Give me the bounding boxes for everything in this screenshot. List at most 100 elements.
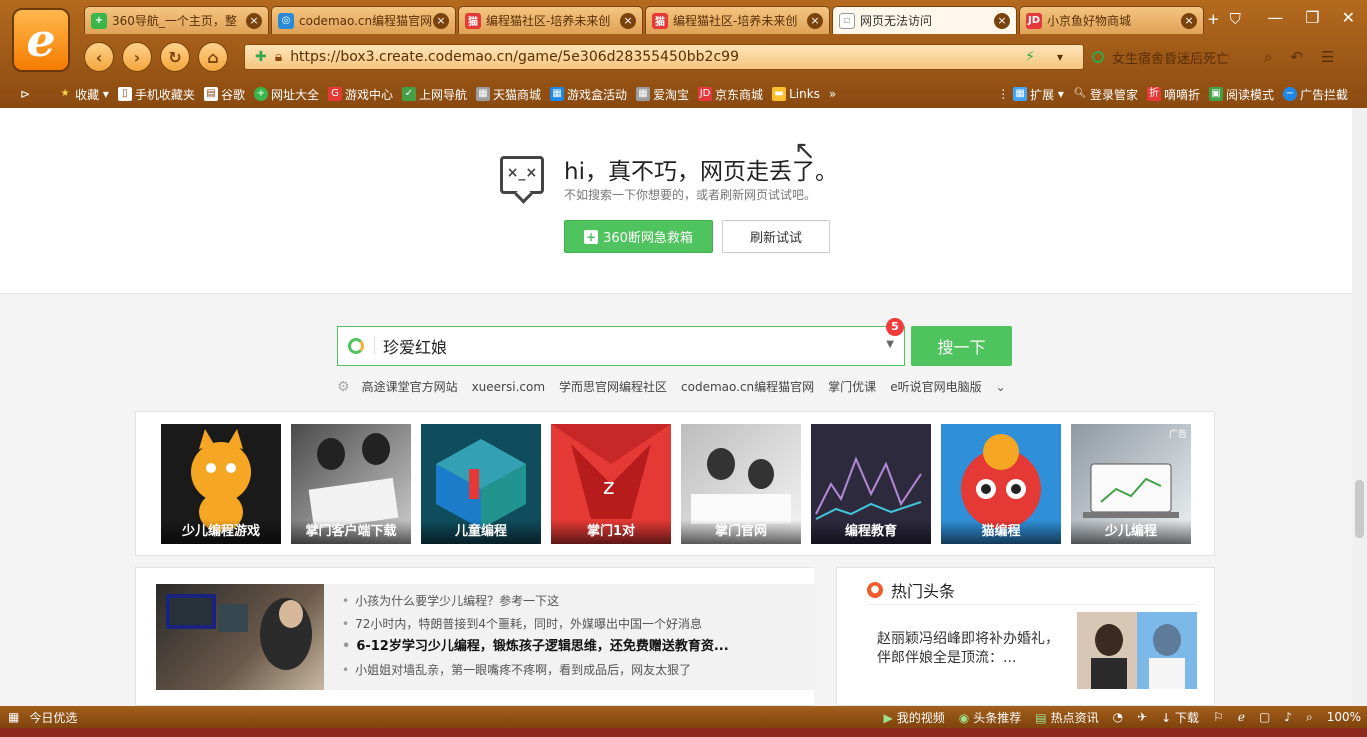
bookmark-google[interactable]: ▤ 谷歌 bbox=[203, 86, 245, 103]
tile-zhangmen-official[interactable]: 掌门官网 bbox=[681, 424, 801, 544]
tile-kids-programming-ad[interactable]: 广告 少儿编程 bbox=[1071, 424, 1191, 544]
bookmark-jd[interactable]: JD 京东商城 bbox=[698, 86, 763, 103]
close-window-icon[interactable]: ✕ bbox=[1342, 8, 1355, 27]
bookmark-gamebox[interactable]: ▦ 游戏盒活动 bbox=[550, 86, 627, 103]
tab-jd-mall[interactable]: JD 小京鱼好物商城 × bbox=[1019, 6, 1204, 34]
bookmark-taobao[interactable]: ▦ 爱淘宝 bbox=[636, 86, 689, 103]
shirt-icon[interactable]: ⛉ bbox=[1230, 10, 1241, 28]
hot-word[interactable]: 掌门优课 bbox=[828, 378, 876, 395]
ie-icon[interactable]: ℯ bbox=[1238, 710, 1245, 724]
new-tab-icon[interactable]: + bbox=[1207, 10, 1220, 28]
zoom-level[interactable]: 100% bbox=[1327, 710, 1361, 724]
download-button[interactable]: ↓ 下载 bbox=[1161, 709, 1199, 726]
tile-kids-coding-game[interactable]: 少儿编程游戏 bbox=[161, 424, 281, 544]
bookmark-nav[interactable]: ✓ 上网导航 bbox=[401, 86, 467, 103]
news-item[interactable]: 小姐姐对墙乱亲，第一眼嘴疼不疼啊，看到成品后，网友太狠了 bbox=[342, 661, 816, 684]
headline-button[interactable]: ◉ 头条推荐 bbox=[959, 709, 1022, 726]
maximize-icon[interactable]: ❐ bbox=[1305, 8, 1319, 27]
menu-icon[interactable]: ☰ bbox=[1321, 48, 1334, 66]
chevron-down-icon[interactable]: ▾ bbox=[1057, 50, 1063, 64]
tile-coding-education[interactable]: 编程教育 bbox=[811, 424, 931, 544]
more-bookmarks-icon[interactable]: » bbox=[829, 87, 836, 101]
close-icon[interactable]: × bbox=[620, 12, 636, 29]
hot-headline[interactable]: 赵丽颖冯绍峰即将补办婚礼，伴郎伴娘全是顶流：... bbox=[877, 630, 1059, 668]
login-manager-button[interactable]: 🔍︎ 登录管家 bbox=[1073, 86, 1138, 103]
status-left[interactable]: ▦ 今日优选 bbox=[8, 709, 77, 726]
bookmarks-bar: ⊳ ★ 收藏 ▾ ▯ 手机收藏夹 ▤ 谷歌 + 网址大全 G 游戏中心 ✓ 上网导航 ▦ 天猫… bbox=[0, 82, 1367, 106]
tile-kids-coding[interactable]: 儿童编程 bbox=[421, 424, 541, 544]
flash-icon[interactable]: ⚡ bbox=[1025, 49, 1035, 65]
bookmark-links[interactable]: ▬ Links bbox=[772, 87, 820, 101]
search-icon[interactable]: ⌕ bbox=[1264, 48, 1272, 66]
close-icon[interactable]: × bbox=[807, 12, 823, 29]
hot-word[interactable]: 学而思官网编程社区 bbox=[559, 378, 667, 395]
tile-zhangmen-1on1[interactable]: z 掌门1对 bbox=[551, 424, 671, 544]
ad-block-button[interactable]: − 广告拦截 bbox=[1282, 86, 1348, 103]
refresh-button[interactable]: ↻ bbox=[160, 42, 190, 72]
undo-icon[interactable]: ↶ bbox=[1290, 48, 1303, 66]
chevron-down-icon[interactable]: ▼ bbox=[886, 339, 894, 350]
error-subtitle: 不如搜索一下你想要的，或者刷新网页试试吧。 bbox=[564, 188, 817, 202]
hot-word[interactable]: xueersi.com bbox=[472, 380, 545, 394]
home-button[interactable]: ⌂ bbox=[198, 42, 228, 72]
hot-thumbnail[interactable] bbox=[1077, 612, 1197, 689]
search-button[interactable]: 搜一下 bbox=[911, 326, 1012, 366]
close-icon[interactable]: × bbox=[433, 12, 449, 29]
gear-icon[interactable]: ⚙ bbox=[337, 379, 350, 395]
search-value: 珍爱红娘 bbox=[383, 338, 448, 357]
extension-button[interactable]: ⋮ ▦ 扩展 ▾ bbox=[997, 86, 1064, 103]
didi-discount-button[interactable]: 折嘀嘀折 bbox=[1146, 86, 1200, 103]
tile-label: 掌门客户端下载 bbox=[291, 520, 411, 544]
news-item[interactable]: 72小时内，特朗普接到4个噩耗，同时，外媒曝出中国一个好消息 bbox=[342, 615, 816, 638]
scrollbar-thumb[interactable] bbox=[1355, 480, 1364, 538]
minimize-icon[interactable]: — bbox=[1267, 8, 1283, 27]
error-face-icon: ×_× bbox=[500, 156, 544, 194]
hot-word[interactable]: e听说官网电脑版 bbox=[890, 378, 981, 395]
address-bar[interactable]: ✚ 🔒︎ https://box3.create.codemao.cn/game… bbox=[244, 44, 1084, 70]
bookmarks-toggle-icon[interactable]: ⊳ bbox=[20, 87, 30, 101]
360-icon: + bbox=[91, 12, 107, 29]
tab-codemao-community-2[interactable]: 猫 编程猫社区-培养未来创 × bbox=[645, 6, 830, 34]
close-icon[interactable]: × bbox=[994, 12, 1010, 29]
window-icon[interactable]: ▢ bbox=[1259, 710, 1270, 724]
tile-zhangmen-client[interactable]: 掌门客户端下载 bbox=[291, 424, 411, 544]
close-icon[interactable]: × bbox=[1181, 12, 1197, 29]
page-content: ×_× hi，真不巧，网页走丢了。 不如搜索一下你想要的，或者刷新网页试试吧。 … bbox=[0, 108, 1352, 706]
shield-icon: ✚ bbox=[255, 49, 267, 65]
search-input[interactable]: 珍爱红娘 ▼ bbox=[337, 326, 905, 366]
back-button[interactable]: ‹ bbox=[84, 42, 114, 72]
my-video-button[interactable]: ▶ 我的视频 bbox=[884, 709, 945, 726]
hot-word[interactable]: 高途课堂官方网站 bbox=[362, 378, 458, 395]
bookmark-mobile[interactable]: ▯ 手机收藏夹 bbox=[117, 86, 195, 103]
refresh-try-button[interactable]: 刷新试试 bbox=[722, 220, 830, 253]
news-icon: ▤ bbox=[1035, 710, 1047, 725]
scrollbar[interactable] bbox=[1352, 108, 1367, 706]
news-item[interactable]: 小孩为什么要学少儿编程？参考一下这 bbox=[342, 592, 816, 615]
tab-page-error[interactable]: ▫ 网页无法访问 × bbox=[832, 6, 1017, 34]
pin-icon[interactable]: ✈ bbox=[1137, 710, 1147, 724]
volume-icon[interactable]: ♪ bbox=[1284, 710, 1292, 724]
page-icon: ▫ bbox=[839, 12, 855, 29]
reading-mode-button[interactable]: ▣ 阅读模式 bbox=[1208, 86, 1274, 103]
flag-icon[interactable]: ⚐ bbox=[1213, 710, 1224, 724]
bookmark-games[interactable]: G 游戏中心 bbox=[327, 86, 393, 103]
forward-button[interactable]: › bbox=[122, 42, 152, 72]
chevron-down-icon[interactable]: ⌄ bbox=[996, 380, 1006, 394]
tile-cat-coding[interactable]: 猫编程 bbox=[941, 424, 1061, 544]
tab-360-nav[interactable]: + 360导航_一个主页，整 × bbox=[84, 6, 269, 34]
tab-codemao-community[interactable]: 猫 编程猫社区-培养未来创 × bbox=[458, 6, 643, 34]
news-thumbnail[interactable] bbox=[156, 584, 324, 690]
browser-logo[interactable]: e bbox=[12, 8, 70, 72]
hot-news-button[interactable]: ▤ 热点资讯 bbox=[1035, 709, 1098, 726]
close-icon[interactable]: × bbox=[246, 12, 262, 29]
bookmark-urls[interactable]: + 网址大全 bbox=[253, 86, 319, 103]
news-item[interactable]: 6-12岁学习少儿编程，锻炼孩子逻辑思维，还免费赠送教育资... bbox=[342, 638, 816, 661]
rescue-button[interactable]: +360断网急救箱 bbox=[564, 220, 713, 253]
zoom-icon[interactable]: ⌕ bbox=[1306, 710, 1313, 725]
bookmark-tmall[interactable]: ▦ 天猫商城 bbox=[476, 86, 541, 103]
hot-word[interactable]: codemao.cn编程猫官网 bbox=[681, 378, 814, 395]
search-box-top[interactable]: 女生宿舍昏迷后死亡 bbox=[1086, 44, 1286, 70]
bookmark-favorites[interactable]: ★ 收藏 ▾ bbox=[58, 86, 109, 103]
tab-codemao-home[interactable]: ◎ codemao.cn编程猫官网 × bbox=[271, 6, 456, 34]
speed-icon[interactable]: ◔ bbox=[1113, 710, 1123, 724]
